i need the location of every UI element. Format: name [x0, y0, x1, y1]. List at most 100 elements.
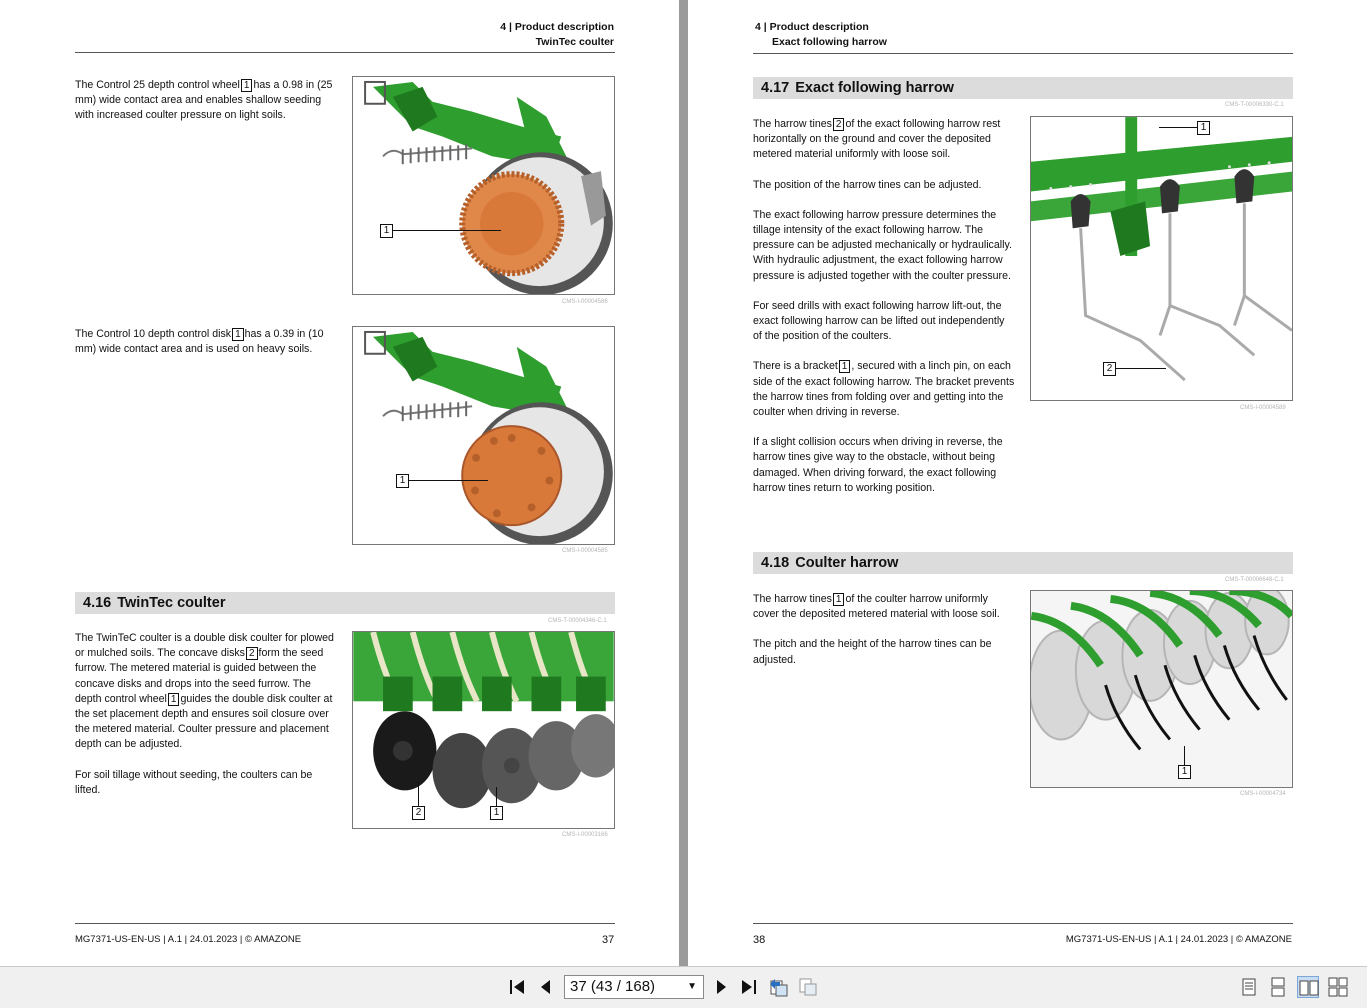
section-title: Coulter harrow [795, 555, 899, 571]
text: The Control 25 depth control wheel [75, 79, 240, 91]
first-page-icon [510, 980, 524, 994]
facing-pages-view-button[interactable] [1297, 976, 1319, 998]
paragraph-control-25: The Control 25 depth control wheel 1 has a… [75, 78, 340, 124]
footer-doc-info: MG7371-US-EN-US | A.1 | 24.01.2023 | © A… [1065, 934, 1292, 945]
previous-page-icon [541, 980, 550, 994]
next-view-icon [799, 978, 817, 996]
paragraph-control-10: The Control 10 depth control disk 1 has a … [75, 327, 340, 357]
continuous-page-icon [1271, 977, 1285, 997]
section-number: 4.18 [761, 555, 790, 571]
callout-label: 1 [240, 79, 253, 92]
paragraphs-coulter-harrow: The harrow tines 1 of the coulter harrow u… [753, 592, 1015, 683]
figure-control-25-wheel: 1 [352, 76, 615, 295]
section-heading-4-17: 4.17 Exact following harrow [753, 77, 1293, 99]
figure-callout: 1 [396, 474, 409, 488]
page-header: 4 | Product description TwinTec coulter [500, 20, 614, 50]
page-gutter [679, 0, 688, 966]
figure-callout: 1 [1197, 121, 1210, 135]
page-number-select[interactable]: 37 (43 / 168) ▼ [564, 975, 704, 999]
next-view-button[interactable] [797, 976, 819, 998]
callout-leader [1116, 368, 1166, 369]
coulter-harrow-illustration [1031, 591, 1292, 787]
section-ref: CMS-T-00006330-C.1 [1225, 102, 1284, 108]
callout-leader [391, 230, 501, 231]
section-number: 4.16 [83, 595, 112, 611]
figure-caption: CMS-I-00004586 [562, 299, 608, 305]
section-ref: CMS-T-00006648-C.1 [1225, 577, 1284, 583]
figure-caption: CMS-I-00003166 [562, 832, 608, 838]
figure-control-10-disk: 1 [352, 326, 615, 545]
previous-page-button[interactable] [535, 976, 557, 998]
depth-disk-illustration [364, 330, 613, 544]
paragraph: For seed drills with exact following har… [753, 299, 1005, 343]
header-section: Exact following harrow [772, 36, 887, 48]
callout-leader [1184, 746, 1185, 766]
single-page-icon [1242, 978, 1256, 996]
previous-view-button[interactable] [768, 976, 790, 998]
footer-rule [753, 923, 1293, 924]
figure-caption: CMS-I-00004734 [1240, 791, 1286, 797]
section-ref: CMS-T-00004346-C.1 [548, 618, 607, 624]
callout-leader [496, 787, 497, 807]
callout-label: 1 [167, 692, 180, 706]
page-indicator: 37 (43 / 168) [570, 978, 656, 995]
header-rule [753, 53, 1293, 54]
last-page-icon [742, 980, 756, 994]
text: There is a bracket [753, 360, 838, 373]
figure-caption: CMS-I-00004589 [1240, 405, 1286, 411]
callout-label: 2 [832, 118, 845, 131]
continuous-facing-view-button[interactable] [1327, 976, 1349, 998]
paragraph: If a slight collision occurs when drivin… [753, 436, 1003, 494]
paragraphs-exact-harrow: The harrow tines 2 of the exact following … [753, 117, 1015, 511]
section-number: 4.17 [761, 80, 790, 96]
figure-callout: 1 [380, 224, 393, 238]
figure-callout: 2 [1103, 362, 1116, 376]
page-number: 38 [753, 934, 766, 946]
next-page-button[interactable] [710, 976, 732, 998]
text: The harrow tines [753, 118, 832, 130]
figure-exact-harrow: 1 2 [1030, 116, 1293, 401]
single-page-view-button[interactable] [1238, 976, 1260, 998]
header-section: TwinTec coulter [535, 36, 614, 48]
footer-rule [75, 923, 615, 924]
section-heading-4-18: 4.18 Coulter harrow [753, 552, 1293, 574]
page-number: 37 [602, 934, 615, 946]
header-rule [75, 52, 615, 53]
section-title: Exact following harrow [795, 80, 954, 96]
continuous-view-button[interactable] [1267, 976, 1289, 998]
viewer-toolbar: 37 (43 / 168) ▼ [0, 966, 1367, 1008]
figure-callout: 1 [490, 806, 503, 820]
document-page-38: 4 | Product description Exact following … [688, 0, 1367, 966]
next-page-icon [717, 980, 726, 994]
callout-label: 1 [232, 328, 244, 341]
facing-pages-icon [1299, 980, 1319, 996]
last-page-button[interactable] [737, 976, 759, 998]
paragraph: The pitch and the height of the harrow t… [753, 638, 992, 666]
page-header: 4 | Product description Exact following … [755, 20, 887, 50]
text: The harrow tines [753, 593, 832, 605]
callout-leader [1159, 127, 1199, 128]
paragraph-twintec: The TwinTeC coulter is a double disk cou… [75, 631, 340, 813]
section-heading-4-16: 4.16 TwinTec coulter [75, 592, 615, 614]
paragraph: The position of the harrow tines can be … [753, 178, 982, 191]
figure-coulter-harrow: 1 [1030, 590, 1293, 788]
figure-caption: CMS-I-00004585 [562, 548, 608, 554]
callout-label: 1 [832, 593, 845, 606]
first-page-button[interactable] [507, 976, 529, 998]
text: The Control 10 depth control disk [75, 328, 232, 340]
callout-leader [408, 480, 488, 481]
figure-twintec-coulter: 2 1 [352, 631, 615, 829]
callout-label: 1 [838, 360, 851, 374]
document-page-37: 4 | Product description TwinTec coulter … [0, 0, 679, 966]
footer-doc-info: MG7371-US-EN-US | A.1 | 24.01.2023 | © A… [75, 934, 302, 945]
callout-leader [418, 782, 419, 807]
figure-callout: 1 [1178, 765, 1191, 779]
depth-wheel-illustration [364, 80, 613, 294]
paragraph-lift: For soil tillage without seeding, the co… [75, 768, 313, 796]
callout-label: 2 [245, 647, 258, 661]
header-chapter: 4 | Product description [500, 21, 614, 33]
figure-callout: 2 [412, 806, 425, 820]
chevron-down-icon: ▼ [687, 981, 697, 992]
section-title: TwinTec coulter [117, 595, 226, 611]
continuous-facing-icon [1328, 977, 1348, 997]
